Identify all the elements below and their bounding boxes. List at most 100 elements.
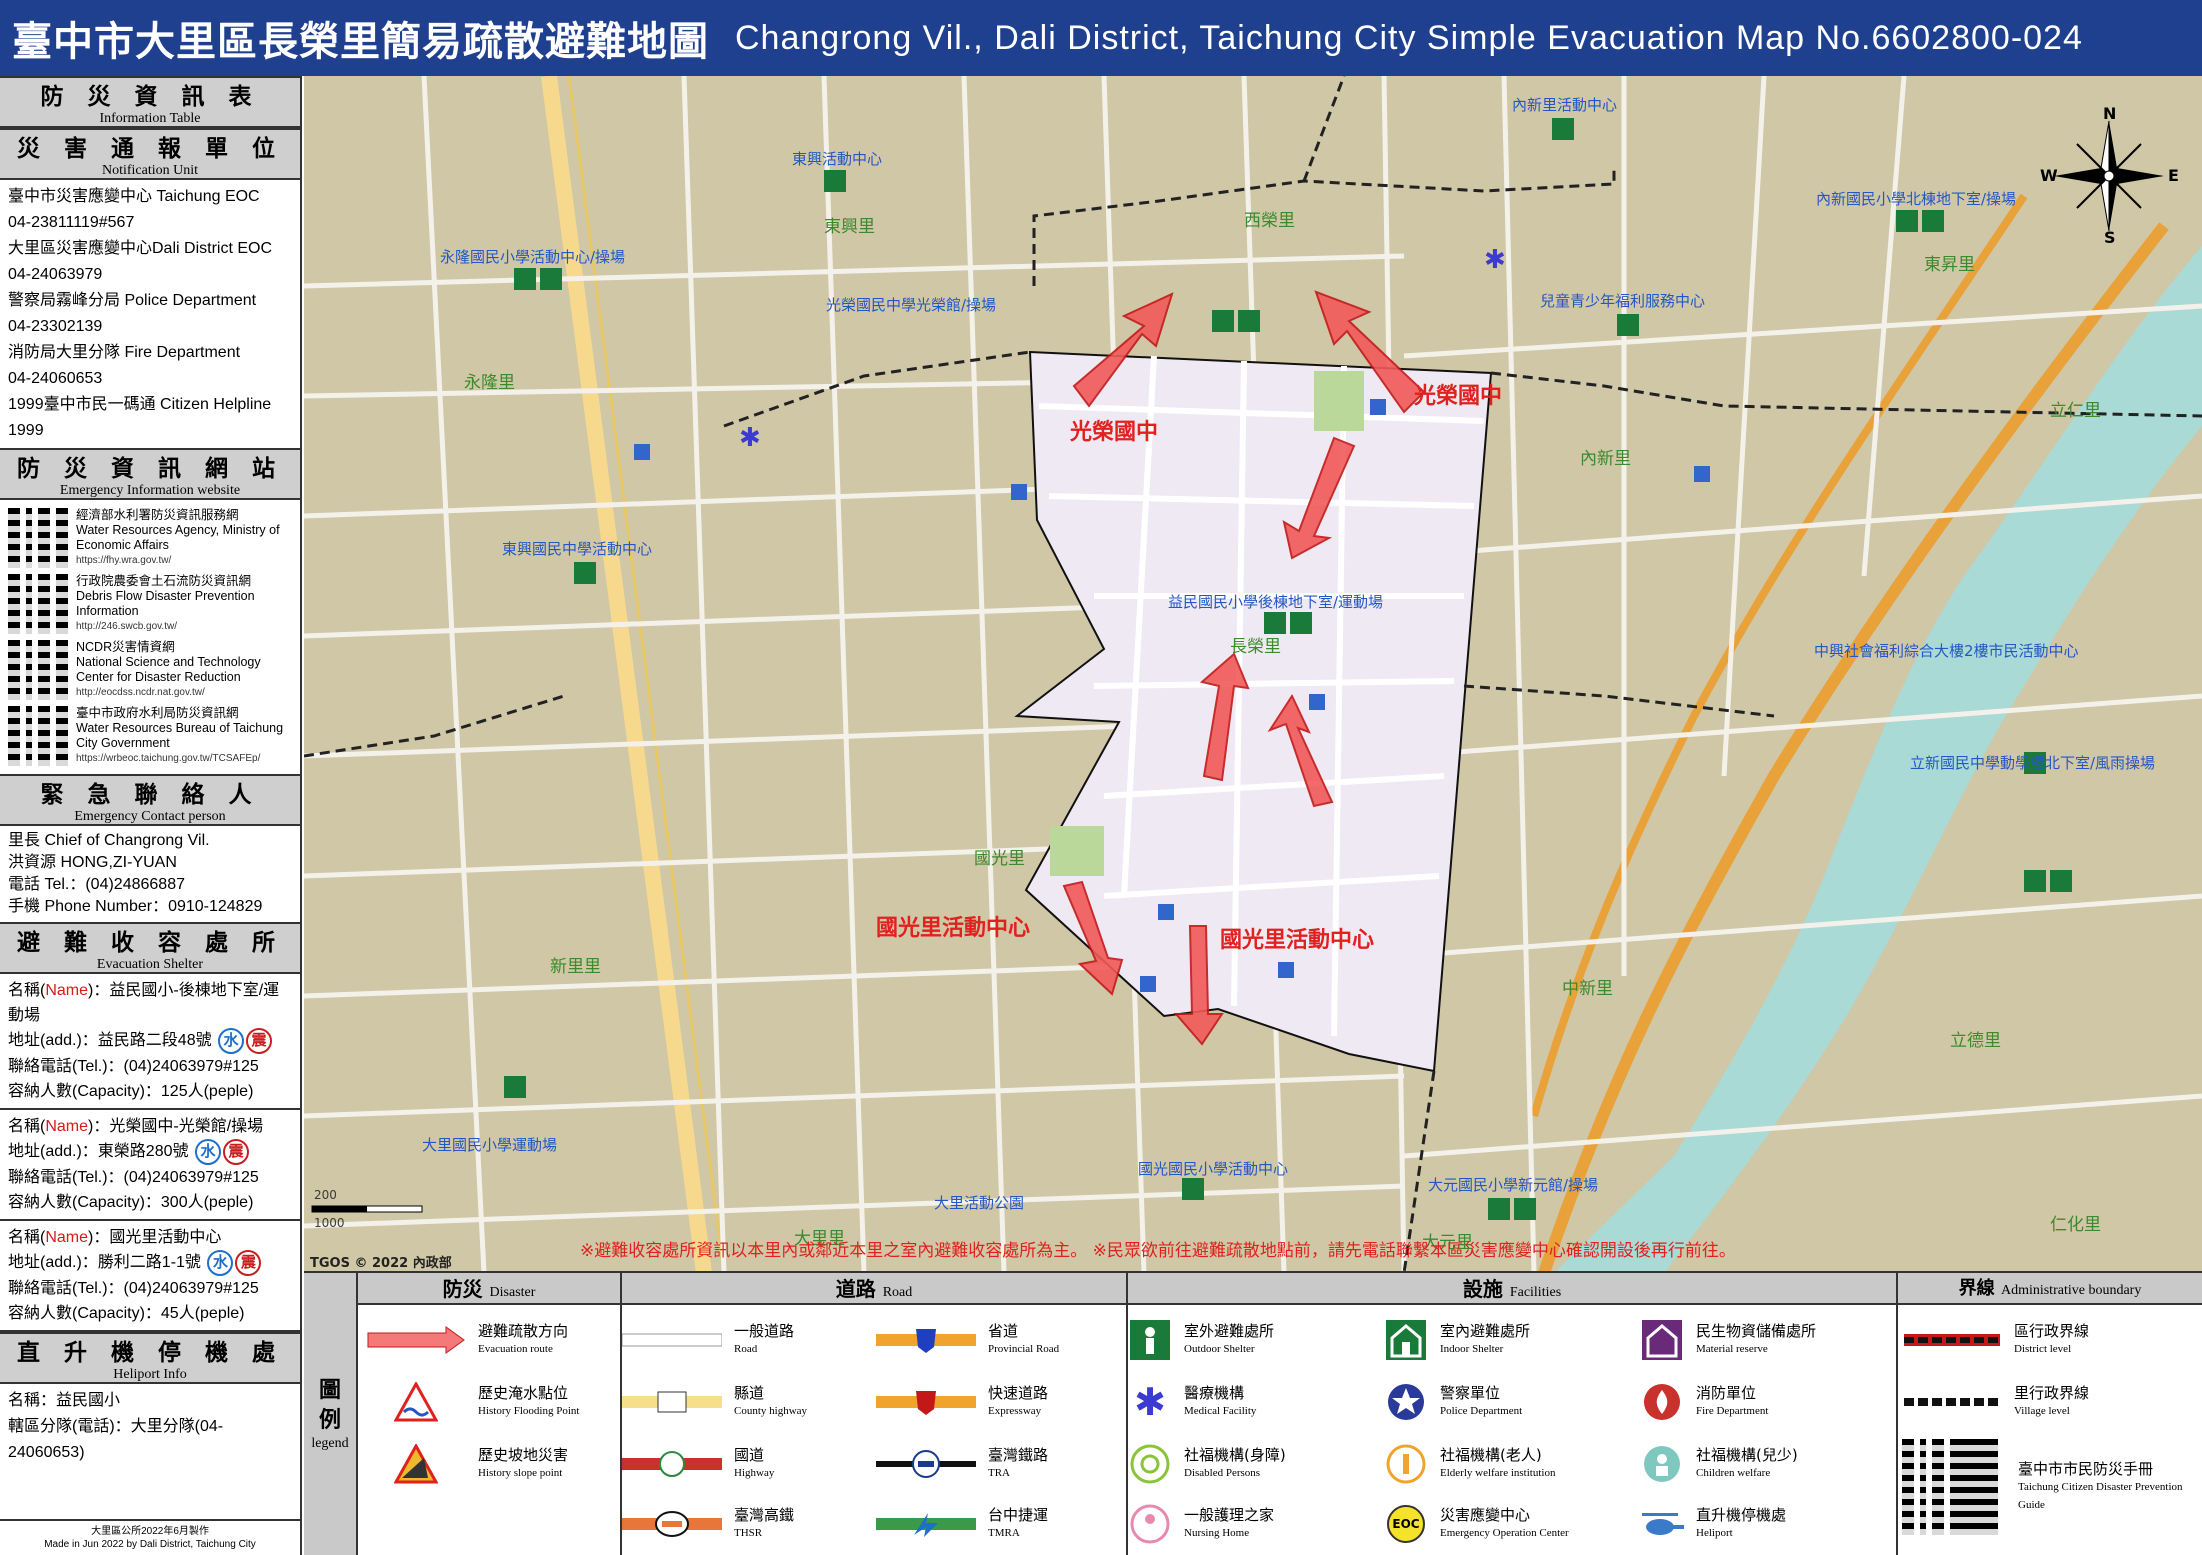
contact-title: 緊 急 聯 絡 人 <box>40 782 260 808</box>
legend-facilities-en: Facilities <box>1509 1285 1562 1300</box>
legend-label-en: Medical Facility <box>1184 1405 1257 1417</box>
legend-label-zh: 社福機構(身障) <box>1184 1446 1286 1464</box>
copyright: TGOS © 2022 內政部 <box>310 1256 452 1271</box>
map-label-shelter: 大里國民小學運動場 <box>422 1136 558 1154</box>
shelter-title: 避 難 收 容 處 所 <box>16 930 284 956</box>
county-highway-icon <box>622 1391 722 1413</box>
medical-facility-icon: ✱ <box>1134 1380 1166 1424</box>
guide-title-en: Taichung Citizen Disaster Prevention Gui… <box>2018 1481 2183 1511</box>
website-item[interactable]: 經濟部水利署防災資訊服務網 Water Resources Agency, Mi… <box>8 508 292 568</box>
contact-line: 手機 Phone Number：0910-124829 <box>8 898 263 915</box>
contact-line: 洪資源 HONG,ZI-YUAN <box>8 854 177 871</box>
website-url[interactable]: http://246.swcb.gov.tw/ <box>76 619 292 634</box>
park-area <box>1314 371 1364 431</box>
legend-label-en: TRA <box>988 1467 1010 1479</box>
legend-label-zh: 里行政界線 <box>2014 1384 2090 1402</box>
notification-heading: 災 害 通 報 單 位 Notification Unit <box>0 128 300 180</box>
evac-destination-label: 光榮國中 <box>1414 384 1503 409</box>
indoor-shelter-icon <box>2024 870 2046 892</box>
svg-text:✱: ✱ <box>739 423 761 453</box>
contact-line: 電話 Tel.：(04)24866887 <box>8 876 185 893</box>
legend-disaster-zh: 防災 <box>442 1277 483 1301</box>
website-item[interactable]: 行政院農委會土石流防災資訊網 Debris Flow Disaster Prev… <box>8 574 292 634</box>
legend-label-zh: 臺灣高鐵 <box>734 1506 795 1524</box>
website-name: 臺中市政府水利局防災資訊網 <box>76 706 239 720</box>
legend-label-zh: 臺灣鐵路 <box>988 1446 1049 1464</box>
shelter-phone: 聯絡電話(Tel.)：(04)24063979#125 <box>8 1169 259 1186</box>
legend-road-highway: 國道 Highway <box>622 1433 872 1495</box>
legend-road-tra: 臺灣鐵路 TRA <box>876 1433 1126 1495</box>
notification-line: 臺中市災害應變中心 Taichung EOC <box>8 188 260 205</box>
provincial-road-icon <box>876 1329 976 1353</box>
material-reserve-icon <box>1642 1320 1682 1360</box>
legend-road-general: 一般道路 Road <box>622 1309 872 1371</box>
shelter-item: 名稱(Name)：益民國小-後棟地下室/運動場 地址(add.)：益民路二段48… <box>0 974 300 1110</box>
heliport-title: 直 升 機 停 機 處 <box>16 1340 284 1366</box>
website-title: 防 災 資 訊 網 站 <box>16 456 284 482</box>
legend-label-zh: 避難疏散方向 <box>478 1322 569 1340</box>
indoor-shelter-icon <box>1212 310 1234 332</box>
notification-line: 04-24060653 <box>8 370 103 387</box>
evacuation-map[interactable]: ✱ ✱ 光榮國民中學光榮館/操場 益民國民小學後棟地下室/運動場 永隆國民小學活… <box>304 76 2202 1273</box>
legend-label-en: Police Department <box>1440 1405 1523 1417</box>
website-url[interactable]: https://fhy.wra.gov.tw/ <box>76 553 292 568</box>
website-url[interactable]: https://wrbeoc.taichung.gov.tw/TCSAFEp/ <box>76 751 292 766</box>
notification-line: 1999臺中市民一碼通 Citizen Helpline <box>8 396 272 413</box>
legend-material-reserve: 民生物資儲備處所 Material reserve <box>1640 1309 1896 1371</box>
website-url[interactable]: http://eocdss.ncdr.nat.gov.tw/ <box>76 685 292 700</box>
outdoor-shelter-icon <box>1922 210 1944 232</box>
outdoor-shelter-icon <box>2050 870 2072 892</box>
shelter-name-label: 名稱( <box>8 1229 46 1246</box>
metro-icon <box>876 1513 976 1537</box>
legend-label-zh: 國道 <box>734 1446 765 1464</box>
shelter-address: 地址(add.)：勝利二路1-1號 <box>8 1254 201 1271</box>
map-label-village: 國光里 <box>974 849 1025 869</box>
railway-icon <box>876 1450 976 1478</box>
legend-eoc: EOC 災害應變中心 Emergency Operation Center <box>1384 1493 1640 1555</box>
evac-destination-label: 國光里活動中心 <box>1220 928 1375 953</box>
svg-text:✱: ✱ <box>1484 245 1506 275</box>
info-table-title: 防 災 資 訊 表 <box>40 84 260 110</box>
park-area <box>1050 826 1104 876</box>
legend-label-en: Emergency Operation Center <box>1440 1527 1569 1539</box>
contact-subtitle: Emergency Contact person <box>74 809 226 824</box>
map-label-shelter: 永隆國民小學活動中心/操場 <box>440 248 626 266</box>
flood-point-icon <box>394 1382 438 1422</box>
legend-road-zh: 道路 <box>835 1277 876 1301</box>
shelter-address: 地址(add.)：益民路二段48號 <box>8 1032 212 1049</box>
map-label-village: 西榮里 <box>1244 211 1295 231</box>
outdoor-shelter-icon <box>1130 1320 1170 1360</box>
legend-indoor-shelter: 室內避難處所 Indoor Shelter <box>1384 1309 1640 1371</box>
legend-road-expressway: 快速道路 Expressway <box>876 1371 1126 1433</box>
website-item[interactable]: 臺中市政府水利局防災資訊網 Water Resources Bureau of … <box>8 706 292 766</box>
police-badge-icon <box>1388 1384 1424 1420</box>
flood-badge-icon: 水 <box>218 1028 245 1054</box>
nursing-home-icon <box>1130 1504 1170 1544</box>
earthquake-badge-icon: 震 <box>246 1028 273 1054</box>
legend-label-en: Expressway <box>988 1405 1042 1417</box>
legend-village-boundary: 里行政界線 Village level <box>1902 1371 2089 1433</box>
qr-code-icon[interactable] <box>1902 1439 1998 1535</box>
map-label-shelter: 立新國民中學動學樓北下室/風雨操場 <box>1910 754 2156 772</box>
legend-label-en: TMRA <box>988 1527 1020 1539</box>
evacuation-route-icon <box>367 1326 465 1354</box>
compass-e: E <box>2168 166 2179 185</box>
info-table-heading: 防 災 資 訊 表 Information Table <box>0 76 300 128</box>
legend-label-zh: 一般道路 <box>734 1322 795 1340</box>
shelter-address: 地址(add.)：東榮路280號 <box>8 1143 189 1160</box>
notification-line: 1999 <box>8 422 44 439</box>
eoc-icon: EOC <box>1387 1505 1425 1543</box>
map-label-shelter: 中興社會福利綜合大樓2樓市民活動中心 <box>1814 642 2079 660</box>
shelter-item: 名稱(Name)：國光里活動中心 地址(add.)：勝利二路1-1號 水震 聯絡… <box>0 1221 300 1332</box>
website-item[interactable]: NCDR災害情資網 National Science and Technolog… <box>8 640 292 700</box>
map-legend: 圖 例 legend 防災 Disaster 避難疏散方向 Evacuation … <box>304 1273 2202 1555</box>
website-list: 經濟部水利署防災資訊服務網 Water Resources Agency, Mi… <box>0 500 300 774</box>
map-label-shelter: 國光國民小學活動中心 <box>1138 1160 1289 1178</box>
title-english: Changrong Vil., Dali District, Taichung … <box>735 18 2083 57</box>
map-label-shelter: 光榮國民中學光榮館/操場 <box>826 296 997 314</box>
legend-title: 圖 例 legend <box>304 1273 358 1555</box>
legend-road: 道路 Road 一般道路 Road 省道 Provincial Road 縣道 Cou… <box>622 1273 1128 1555</box>
legend-guide[interactable]: 臺中市市民防災手冊 Taichung Citizen Disaster Preve… <box>1902 1437 2202 1537</box>
title-chinese: 臺中市大里區長榮里簡易疏散避難地圖 <box>12 19 709 65</box>
map-label-shelter: 內新國民小學北棟地下室/操場 <box>1816 190 2017 208</box>
